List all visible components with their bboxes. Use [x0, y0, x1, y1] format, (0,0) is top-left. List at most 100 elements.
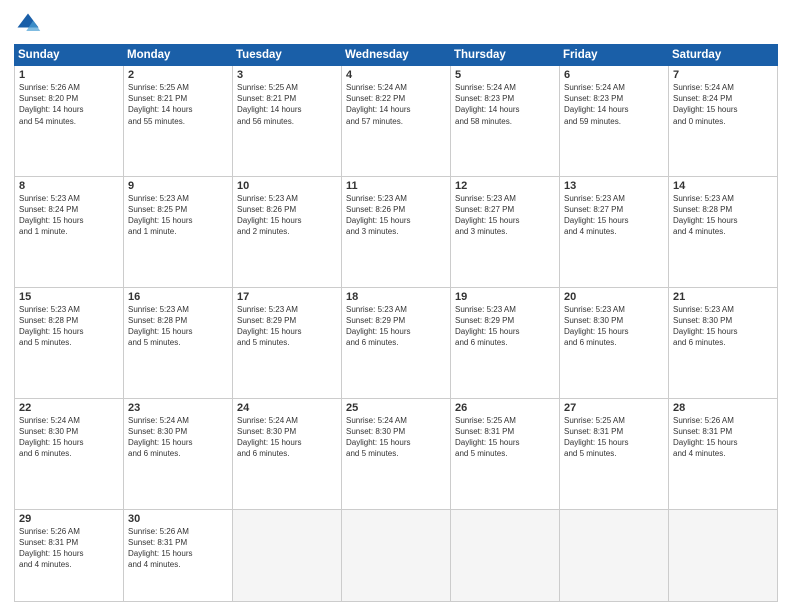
- day-cell: 4Sunrise: 5:24 AM Sunset: 8:22 PM Daylig…: [342, 66, 451, 177]
- day-cell: 5Sunrise: 5:24 AM Sunset: 8:23 PM Daylig…: [451, 66, 560, 177]
- day-number: 25: [346, 402, 446, 414]
- day-cell: 16Sunrise: 5:23 AM Sunset: 8:28 PM Dayli…: [124, 287, 233, 398]
- day-info: Sunrise: 5:25 AM Sunset: 8:31 PM Dayligh…: [455, 415, 555, 460]
- day-number: 24: [237, 402, 337, 414]
- day-number: 30: [128, 513, 228, 525]
- day-cell: 19Sunrise: 5:23 AM Sunset: 8:29 PM Dayli…: [451, 287, 560, 398]
- day-cell: 30Sunrise: 5:26 AM Sunset: 8:31 PM Dayli…: [124, 509, 233, 601]
- day-info: Sunrise: 5:24 AM Sunset: 8:30 PM Dayligh…: [128, 415, 228, 460]
- day-cell: 20Sunrise: 5:23 AM Sunset: 8:30 PM Dayli…: [560, 287, 669, 398]
- calendar-table: SundayMondayTuesdayWednesdayThursdayFrid…: [14, 44, 778, 602]
- day-number: 1: [19, 69, 119, 81]
- day-cell: 6Sunrise: 5:24 AM Sunset: 8:23 PM Daylig…: [560, 66, 669, 177]
- day-cell: [342, 509, 451, 601]
- day-number: 23: [128, 402, 228, 414]
- day-cell: 1Sunrise: 5:26 AM Sunset: 8:20 PM Daylig…: [15, 66, 124, 177]
- day-number: 27: [564, 402, 664, 414]
- logo: [14, 10, 44, 38]
- day-cell: 21Sunrise: 5:23 AM Sunset: 8:30 PM Dayli…: [669, 287, 778, 398]
- weekday-tuesday: Tuesday: [233, 45, 342, 66]
- day-cell: [669, 509, 778, 601]
- day-cell: 10Sunrise: 5:23 AM Sunset: 8:26 PM Dayli…: [233, 176, 342, 287]
- day-info: Sunrise: 5:26 AM Sunset: 8:31 PM Dayligh…: [19, 526, 119, 571]
- day-number: 22: [19, 402, 119, 414]
- week-row-1: 1Sunrise: 5:26 AM Sunset: 8:20 PM Daylig…: [15, 66, 778, 177]
- week-row-5: 29Sunrise: 5:26 AM Sunset: 8:31 PM Dayli…: [15, 509, 778, 601]
- day-cell: [560, 509, 669, 601]
- day-number: 15: [19, 291, 119, 303]
- day-info: Sunrise: 5:23 AM Sunset: 8:29 PM Dayligh…: [346, 304, 446, 349]
- day-number: 16: [128, 291, 228, 303]
- weekday-thursday: Thursday: [451, 45, 560, 66]
- day-cell: 8Sunrise: 5:23 AM Sunset: 8:24 PM Daylig…: [15, 176, 124, 287]
- day-info: Sunrise: 5:23 AM Sunset: 8:26 PM Dayligh…: [237, 193, 337, 238]
- day-info: Sunrise: 5:24 AM Sunset: 8:23 PM Dayligh…: [455, 82, 555, 127]
- logo-icon: [14, 10, 42, 38]
- day-cell: 12Sunrise: 5:23 AM Sunset: 8:27 PM Dayli…: [451, 176, 560, 287]
- day-info: Sunrise: 5:26 AM Sunset: 8:20 PM Dayligh…: [19, 82, 119, 127]
- weekday-sunday: Sunday: [15, 45, 124, 66]
- day-cell: 17Sunrise: 5:23 AM Sunset: 8:29 PM Dayli…: [233, 287, 342, 398]
- day-cell: 18Sunrise: 5:23 AM Sunset: 8:29 PM Dayli…: [342, 287, 451, 398]
- day-cell: 2Sunrise: 5:25 AM Sunset: 8:21 PM Daylig…: [124, 66, 233, 177]
- day-info: Sunrise: 5:23 AM Sunset: 8:28 PM Dayligh…: [128, 304, 228, 349]
- week-row-3: 15Sunrise: 5:23 AM Sunset: 8:28 PM Dayli…: [15, 287, 778, 398]
- day-info: Sunrise: 5:26 AM Sunset: 8:31 PM Dayligh…: [128, 526, 228, 571]
- day-info: Sunrise: 5:23 AM Sunset: 8:28 PM Dayligh…: [19, 304, 119, 349]
- day-cell: 22Sunrise: 5:24 AM Sunset: 8:30 PM Dayli…: [15, 398, 124, 509]
- day-info: Sunrise: 5:23 AM Sunset: 8:24 PM Dayligh…: [19, 193, 119, 238]
- day-info: Sunrise: 5:23 AM Sunset: 8:30 PM Dayligh…: [564, 304, 664, 349]
- day-cell: 7Sunrise: 5:24 AM Sunset: 8:24 PM Daylig…: [669, 66, 778, 177]
- day-info: Sunrise: 5:23 AM Sunset: 8:28 PM Dayligh…: [673, 193, 773, 238]
- day-number: 2: [128, 69, 228, 81]
- day-info: Sunrise: 5:23 AM Sunset: 8:27 PM Dayligh…: [564, 193, 664, 238]
- day-info: Sunrise: 5:25 AM Sunset: 8:31 PM Dayligh…: [564, 415, 664, 460]
- weekday-monday: Monday: [124, 45, 233, 66]
- header: [14, 10, 778, 38]
- day-number: 9: [128, 180, 228, 192]
- day-number: 10: [237, 180, 337, 192]
- weekday-wednesday: Wednesday: [342, 45, 451, 66]
- day-cell: 3Sunrise: 5:25 AM Sunset: 8:21 PM Daylig…: [233, 66, 342, 177]
- day-number: 12: [455, 180, 555, 192]
- day-number: 28: [673, 402, 773, 414]
- day-info: Sunrise: 5:23 AM Sunset: 8:29 PM Dayligh…: [237, 304, 337, 349]
- day-number: 17: [237, 291, 337, 303]
- day-number: 19: [455, 291, 555, 303]
- day-cell: 27Sunrise: 5:25 AM Sunset: 8:31 PM Dayli…: [560, 398, 669, 509]
- day-info: Sunrise: 5:24 AM Sunset: 8:30 PM Dayligh…: [237, 415, 337, 460]
- weekday-header-row: SundayMondayTuesdayWednesdayThursdayFrid…: [15, 45, 778, 66]
- day-number: 5: [455, 69, 555, 81]
- week-row-4: 22 Sunrise: 5:24 AM Sunset: 8:30 PM Dayli…: [15, 398, 778, 509]
- day-number: 11: [346, 180, 446, 192]
- day-cell: 29Sunrise: 5:26 AM Sunset: 8:31 PM Dayli…: [15, 509, 124, 601]
- day-info: Sunrise: 5:23 AM Sunset: 8:30 PM Dayligh…: [673, 304, 773, 349]
- day-cell: 9Sunrise: 5:23 AM Sunset: 8:25 PM Daylig…: [124, 176, 233, 287]
- day-info: Sunrise: 5:23 AM Sunset: 8:25 PM Dayligh…: [128, 193, 228, 238]
- day-cell: 23Sunrise: 5:24 AM Sunset: 8:30 PM Dayli…: [124, 398, 233, 509]
- day-number: 3: [237, 69, 337, 81]
- day-number: 18: [346, 291, 446, 303]
- day-info: Sunrise: 5:23 AM Sunset: 8:27 PM Dayligh…: [455, 193, 555, 238]
- week-row-2: 8Sunrise: 5:23 AM Sunset: 8:24 PM Daylig…: [15, 176, 778, 287]
- day-info: Sunrise: 5:24 AM Sunset: 8:22 PM Dayligh…: [346, 82, 446, 127]
- day-cell: 11Sunrise: 5:23 AM Sunset: 8:26 PM Dayli…: [342, 176, 451, 287]
- day-info: Sunrise: 5:23 AM Sunset: 8:26 PM Dayligh…: [346, 193, 446, 238]
- day-number: 14: [673, 180, 773, 192]
- page: SundayMondayTuesdayWednesdayThursdayFrid…: [0, 0, 792, 612]
- day-cell: 28Sunrise: 5:26 AM Sunset: 8:31 PM Dayli…: [669, 398, 778, 509]
- day-number: 4: [346, 69, 446, 81]
- day-number: 7: [673, 69, 773, 81]
- day-cell: [233, 509, 342, 601]
- day-cell: 15Sunrise: 5:23 AM Sunset: 8:28 PM Dayli…: [15, 287, 124, 398]
- day-info: Sunrise: 5:26 AM Sunset: 8:31 PM Dayligh…: [673, 415, 773, 460]
- day-cell: 14Sunrise: 5:23 AM Sunset: 8:28 PM Dayli…: [669, 176, 778, 287]
- day-number: 20: [564, 291, 664, 303]
- day-info: Sunrise: 5:24 AM Sunset: 8:23 PM Dayligh…: [564, 82, 664, 127]
- day-info: Sunrise: 5:25 AM Sunset: 8:21 PM Dayligh…: [128, 82, 228, 127]
- day-cell: 25Sunrise: 5:24 AM Sunset: 8:30 PM Dayli…: [342, 398, 451, 509]
- day-cell: [451, 509, 560, 601]
- day-cell: 26Sunrise: 5:25 AM Sunset: 8:31 PM Dayli…: [451, 398, 560, 509]
- day-info: Sunrise: 5:25 AM Sunset: 8:21 PM Dayligh…: [237, 82, 337, 127]
- weekday-saturday: Saturday: [669, 45, 778, 66]
